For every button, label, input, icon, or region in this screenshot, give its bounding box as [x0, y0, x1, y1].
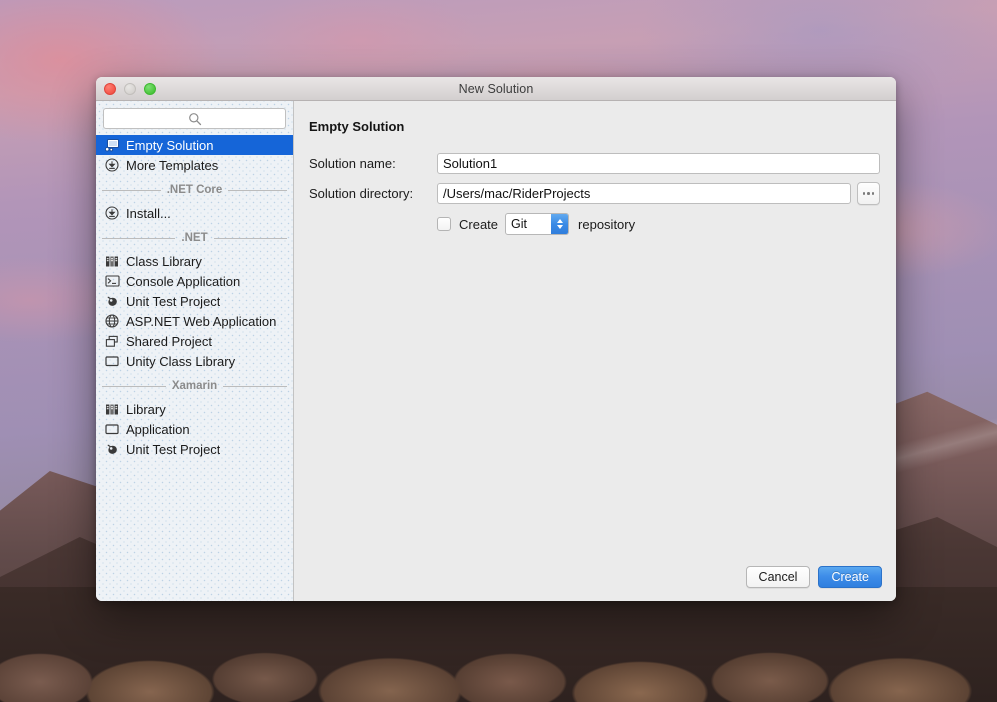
section-header-dotnet-core: .NET Core: [96, 179, 293, 201]
globe-icon: [104, 313, 120, 329]
sidebar-item-label: Application: [126, 421, 190, 437]
section-rule-left: [102, 385, 166, 387]
rectangle-icon: [104, 421, 120, 437]
sidebar-item-xamarin-unit-test-project[interactable]: Unit Test Project: [96, 439, 293, 459]
window-title: New Solution: [458, 81, 534, 96]
ellipsis-dot: [862, 192, 866, 195]
sidebar-item-label: Console Application: [126, 273, 241, 289]
section-rule-right: [223, 385, 288, 387]
section-rule-right: [228, 189, 287, 191]
section-title: Xamarin: [171, 380, 218, 392]
sidebar-item-class-library[interactable]: Class Library: [96, 251, 293, 271]
solution-directory-label: Solution directory:: [309, 186, 414, 201]
section-header-xamarin: Xamarin: [96, 375, 293, 397]
stepper-arrows-icon[interactable]: [551, 214, 569, 234]
search-container: [96, 108, 293, 135]
section-rule-left: [102, 237, 176, 239]
dialog-body: Empty Solution More Templates .NET Core …: [96, 101, 896, 601]
sidebar-item-unity-class-library[interactable]: Unity Class Library: [96, 351, 293, 371]
search-box[interactable]: [103, 108, 286, 129]
unit-test-icon: [104, 441, 120, 457]
solution-directory-input[interactable]: [437, 183, 852, 204]
section-header-dotnet: .NET: [96, 227, 293, 249]
sidebar-item-label: Install...: [126, 205, 171, 221]
shared-project-icon: [104, 333, 120, 349]
traffic-light-buttons[interactable]: [104, 77, 156, 101]
download-circle-icon: [104, 205, 120, 221]
solution-name-input[interactable]: [437, 153, 880, 174]
console-icon: [104, 273, 120, 289]
details-panel: Empty Solution Solution name: Solution d…: [294, 101, 896, 601]
minimize-window-button[interactable]: [124, 83, 136, 95]
ellipsis-dot: [871, 192, 875, 195]
window-titlebar[interactable]: New Solution: [96, 77, 896, 101]
sidebar-item-label: Class Library: [126, 253, 202, 269]
create-button[interactable]: Create: [818, 566, 882, 588]
sidebar-item-label: More Templates: [126, 157, 219, 173]
boulder-field: [0, 587, 997, 702]
sidebar-item-console-application[interactable]: Console Application: [96, 271, 293, 291]
vcs-type-value: Git: [511, 217, 528, 231]
chevron-down-icon: [556, 225, 563, 229]
sidebar-item-label: Empty Solution: [126, 137, 214, 153]
section-title: .NET: [181, 232, 208, 244]
vcs-row: Create Git repository: [309, 213, 880, 235]
sidebar-item-empty-solution[interactable]: Empty Solution: [96, 135, 293, 155]
sidebar-item-label: ASP.NET Web Application: [126, 313, 277, 329]
sidebar-item-aspnet-web-application[interactable]: ASP.NET Web Application: [96, 311, 293, 331]
sidebar-item-xamarin-library[interactable]: Library: [96, 399, 293, 419]
class-library-icon: [104, 253, 120, 269]
template-sidebar[interactable]: Empty Solution More Templates .NET Core …: [96, 101, 294, 601]
dialog-footer-buttons: Cancel Create: [745, 566, 882, 588]
cancel-button[interactable]: Cancel: [745, 566, 811, 588]
desktop-background: New Solution Empty Solution More Templat…: [0, 0, 997, 702]
download-circle-icon: [104, 157, 120, 173]
section-rule-right: [213, 237, 288, 239]
page-title: Empty Solution: [309, 119, 405, 134]
sidebar-item-unit-test-project-dotnet[interactable]: Unit Test Project: [96, 291, 293, 311]
section-rule-left: [102, 189, 161, 191]
vcs-type-select[interactable]: Git: [505, 213, 570, 235]
sidebar-item-label: Unity Class Library: [126, 353, 236, 369]
browse-directory-button[interactable]: [857, 182, 880, 205]
rectangle-icon: [104, 353, 120, 369]
unit-test-icon: [104, 293, 120, 309]
sidebar-item-install[interactable]: Install...: [96, 203, 293, 223]
class-library-icon: [104, 401, 120, 417]
sidebar-item-xamarin-application[interactable]: Application: [96, 419, 293, 439]
create-label: Create: [459, 216, 499, 232]
ellipsis-dot: [867, 192, 870, 195]
repository-label: repository: [578, 216, 636, 232]
empty-solution-icon: [104, 137, 120, 153]
search-input[interactable]: [104, 109, 285, 128]
maximize-window-button[interactable]: [144, 83, 156, 95]
sidebar-item-label: Unit Test Project: [126, 293, 221, 309]
sidebar-item-shared-project[interactable]: Shared Project: [96, 331, 293, 351]
solution-directory-row: Solution directory:: [309, 182, 880, 205]
sidebar-item-label: Shared Project: [126, 333, 212, 349]
sidebar-item-more-templates[interactable]: More Templates: [96, 155, 293, 175]
solution-name-label: Solution name:: [309, 156, 396, 171]
sidebar-item-label: Unit Test Project: [126, 441, 221, 457]
chevron-up-icon: [556, 219, 563, 223]
section-title: .NET Core: [166, 184, 223, 196]
create-repository-checkbox[interactable]: [437, 217, 451, 231]
close-window-button[interactable]: [104, 83, 116, 95]
solution-name-row: Solution name:: [309, 153, 880, 174]
new-solution-dialog: New Solution Empty Solution More Templat…: [96, 77, 896, 601]
sidebar-item-label: Library: [126, 401, 166, 417]
